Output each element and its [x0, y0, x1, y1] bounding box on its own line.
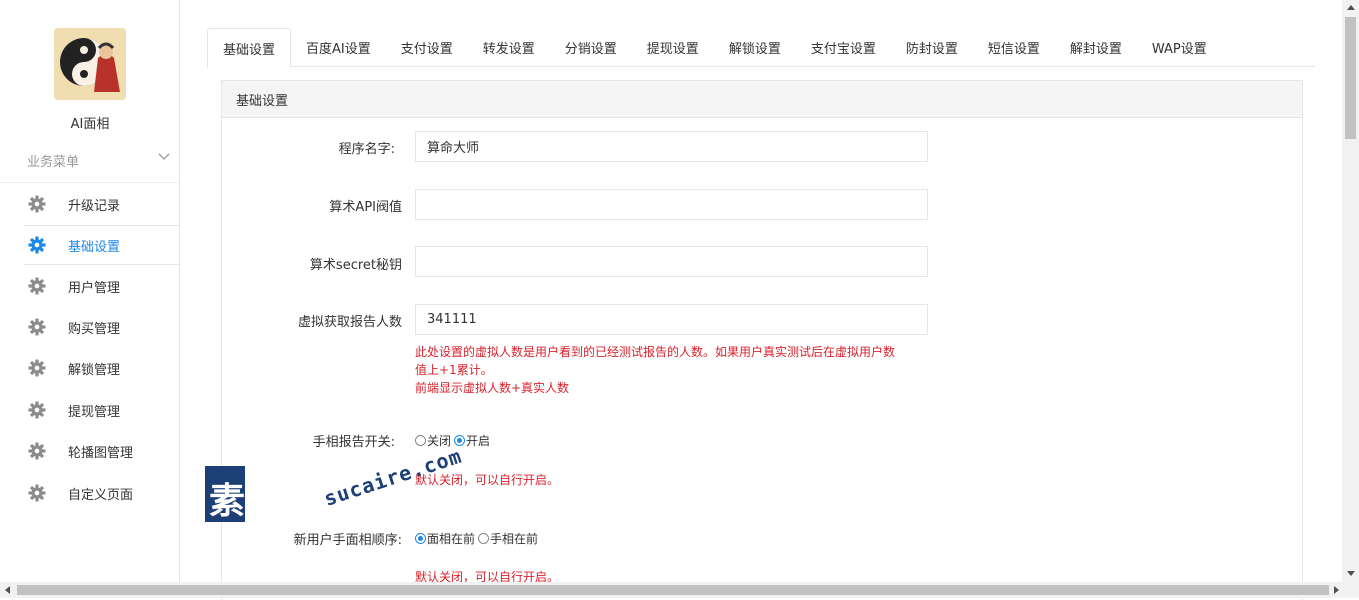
radio-face-first[interactable]: [415, 533, 426, 544]
api-threshold-input[interactable]: [415, 189, 928, 220]
sidebar-item[interactable]: 升级记录: [24, 184, 180, 224]
radio-palm-first-label[interactable]: 手相在前: [490, 530, 538, 547]
tab[interactable]: 解锁设置: [714, 28, 796, 67]
radio-palm-first[interactable]: [478, 533, 490, 544]
virtual-count-label: 虚拟获取报告人数: [297, 315, 402, 330]
tab[interactable]: 支付宝设置: [796, 28, 891, 67]
gear-icon: [28, 277, 46, 295]
sidebar-item[interactable]: 用户管理: [24, 266, 180, 306]
app-name: AI面相: [70, 117, 110, 132]
secret-key-label: 算术secret秘钥: [309, 258, 402, 273]
radio-off-label[interactable]: 关闭: [427, 432, 451, 449]
tab[interactable]: WAP设置: [1137, 28, 1222, 67]
hint-line: 此处设置的虚拟人数是用户看到的已经测试报告的人数。如果用户真实测试后在虚拟用户数: [415, 345, 896, 359]
gear-icon: [28, 318, 46, 336]
sidebar-item-label: 自定义页面: [68, 487, 134, 503]
virtual-count-hint: 此处设置的虚拟人数是用户看到的已经测试报告的人数。如果用户真实测试后在虚拟用户数…: [415, 343, 935, 397]
chevron-down-icon[interactable]: [157, 150, 171, 164]
sidebar-item[interactable]: 解锁管理: [24, 348, 180, 388]
sidebar-item[interactable]: 基础设置: [24, 225, 180, 265]
secret-key-input[interactable]: [415, 246, 928, 277]
settings-tabs: 基础设置 百度AI设置 支付设置 转发设置 分销设置 提现设置 解锁设置 支付宝设置 防封设置短…: [207, 28, 1315, 68]
palm-report-hint: 默认关闭，可以自行开启。: [415, 473, 560, 487]
gear-icon: [28, 442, 46, 460]
sidebar-item-label: 升级记录: [68, 198, 121, 214]
app-logo: [54, 28, 126, 100]
scroll-left-icon[interactable]: [5, 586, 10, 594]
vertical-scrollbar[interactable]: [1342, 0, 1359, 582]
sidebar-item[interactable]: 自定义页面: [24, 473, 180, 513]
sidebar-item-label: 用户管理: [68, 280, 121, 296]
tab[interactable]: 基础设置: [207, 28, 292, 68]
hint-line: 前端显示虚拟人数+真实人数: [415, 381, 570, 395]
radio-on-label[interactable]: 开启: [466, 432, 490, 449]
api-threshold-label: 算术API阀值: [329, 200, 402, 215]
sidebar-item[interactable]: 提现管理: [24, 390, 180, 430]
radio-face-first-label[interactable]: 面相在前: [427, 530, 475, 547]
tab[interactable]: 支付设置: [386, 28, 468, 67]
sidebar-item-label: 购买管理: [68, 321, 121, 337]
tab[interactable]: 分销设置: [550, 28, 632, 67]
scroll-down-icon[interactable]: [1347, 571, 1355, 576]
tab[interactable]: 短信设置: [973, 28, 1055, 67]
hint-line: 值上+1累计。: [415, 363, 493, 377]
gear-icon: [28, 359, 46, 377]
gear-icon: [28, 236, 46, 254]
tab[interactable]: 百度AI设置: [291, 28, 386, 67]
virtual-count-input[interactable]: [415, 304, 928, 335]
gear-icon: [28, 484, 46, 502]
menu-title: 业务菜单: [27, 155, 80, 170]
sidebar-item-label: 提现管理: [68, 404, 121, 420]
tab[interactable]: 解封设置: [1055, 28, 1137, 67]
sidebar-item-label: 轮播图管理: [68, 445, 134, 461]
scroll-up-icon[interactable]: [1347, 5, 1355, 10]
palm-report-radio-group: 关闭 开启: [415, 432, 493, 449]
menu-divider: [0, 182, 180, 183]
new-user-order-label: 新用户手面相顺序:: [293, 533, 402, 548]
sidebar-item-label: 解锁管理: [68, 362, 121, 378]
panel-title: 基础设置: [222, 81, 1302, 118]
tab[interactable]: 提现设置: [632, 28, 714, 67]
sidebar-item-label: 基础设置: [68, 239, 121, 255]
program-name-label: 程序名字:: [338, 142, 395, 157]
sidebar: AI面相 业务菜单 升级记录 基础设置 用户管理 购买管理 解锁管理 提现管理 …: [0, 0, 180, 582]
program-name-input[interactable]: [415, 131, 928, 162]
horizontal-scrollbar[interactable]: [0, 582, 1359, 598]
sidebar-item[interactable]: 购买管理: [24, 307, 180, 347]
gear-icon: [28, 195, 46, 213]
new-user-order-radio-group: 面相在前 手相在前: [415, 530, 541, 547]
horizontal-scroll-thumb[interactable]: [17, 585, 1329, 595]
tab[interactable]: 防封设置: [891, 28, 973, 67]
radio-on[interactable]: [454, 435, 466, 446]
scroll-right-icon[interactable]: [1334, 586, 1339, 594]
radio-off[interactable]: [415, 435, 426, 446]
gear-icon: [28, 401, 46, 419]
tab[interactable]: 转发设置: [468, 28, 550, 67]
palm-report-label: 手相报告开关:: [312, 435, 395, 450]
sidebar-item[interactable]: 轮播图管理: [24, 431, 180, 471]
vertical-scroll-thumb[interactable]: [1345, 17, 1356, 139]
